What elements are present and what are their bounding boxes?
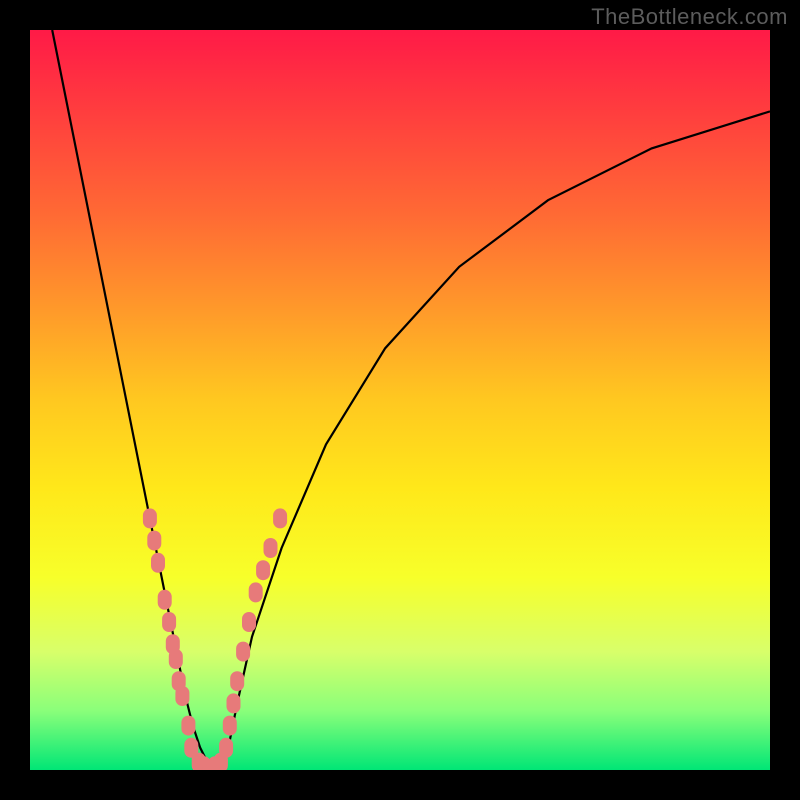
marker-point <box>169 649 183 669</box>
bottleneck-curve <box>52 30 770 770</box>
marker-point <box>227 693 241 713</box>
marker-point <box>273 508 287 528</box>
marker-point <box>162 612 176 632</box>
marker-point <box>242 612 256 632</box>
marker-point <box>147 531 161 551</box>
marker-point <box>151 553 165 573</box>
bottleneck-curve-path <box>52 30 770 770</box>
marker-point <box>236 642 250 662</box>
marker-point <box>249 582 263 602</box>
marker-point <box>181 716 195 736</box>
marker-point <box>175 686 189 706</box>
marker-point <box>223 716 237 736</box>
chart-frame: TheBottleneck.com <box>0 0 800 800</box>
marker-point <box>256 560 270 580</box>
plot-area <box>30 30 770 770</box>
curve-layer <box>30 30 770 770</box>
marker-point <box>264 538 278 558</box>
marker-point <box>158 590 172 610</box>
marker-point <box>230 671 244 691</box>
markers-left-branch <box>143 508 198 757</box>
marker-point <box>143 508 157 528</box>
watermark-text: TheBottleneck.com <box>591 4 788 30</box>
markers-bottom <box>192 753 228 770</box>
marker-point <box>214 753 228 770</box>
